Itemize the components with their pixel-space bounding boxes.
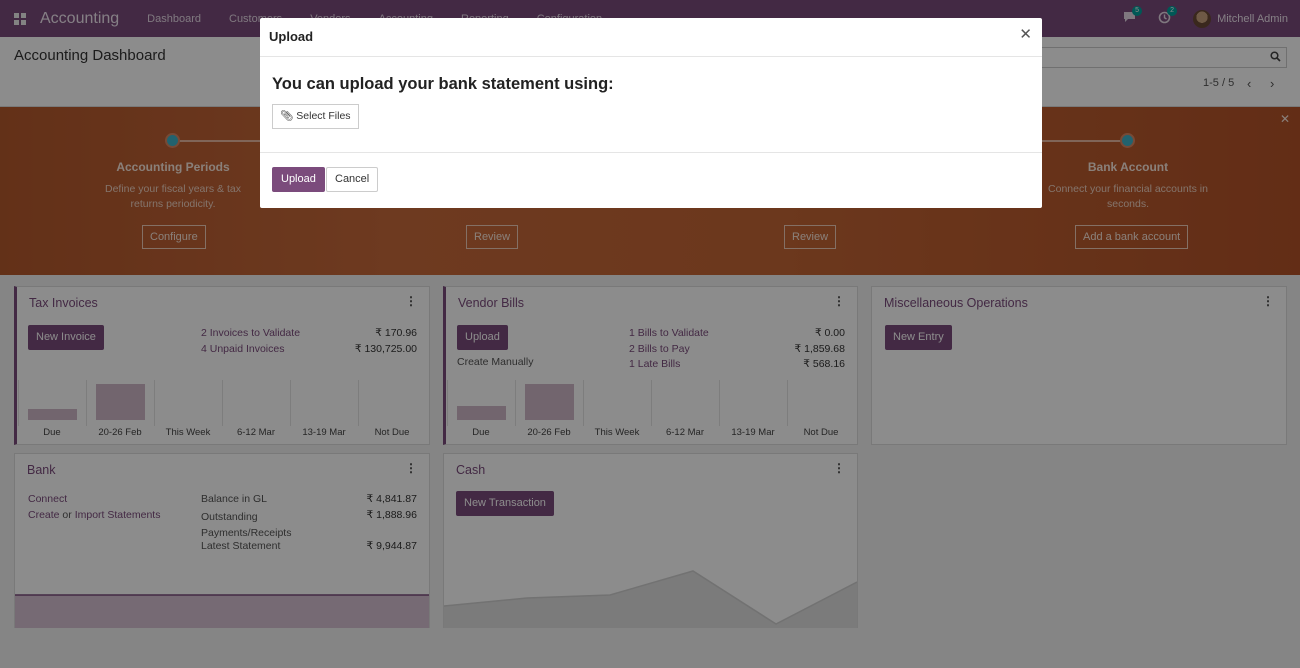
paperclip-icon: 📎︎	[280, 110, 294, 122]
dialog-heading: You can upload your bank statement using…	[272, 75, 614, 93]
select-files-button[interactable]: 📎︎ Select Files	[272, 104, 359, 129]
close-icon[interactable]: ✕	[1019, 25, 1032, 43]
cancel-button[interactable]: Cancel	[326, 167, 379, 192]
dialog-footer: Upload Cancel	[260, 152, 1042, 208]
upload-button[interactable]: Upload	[272, 167, 325, 192]
upload-dialog: Upload ✕ You can upload your bank statem…	[260, 18, 1042, 208]
select-files-label: Select Files	[296, 110, 351, 122]
dialog-title: Upload	[269, 29, 314, 44]
dialog-header: Upload ✕	[260, 18, 1042, 57]
